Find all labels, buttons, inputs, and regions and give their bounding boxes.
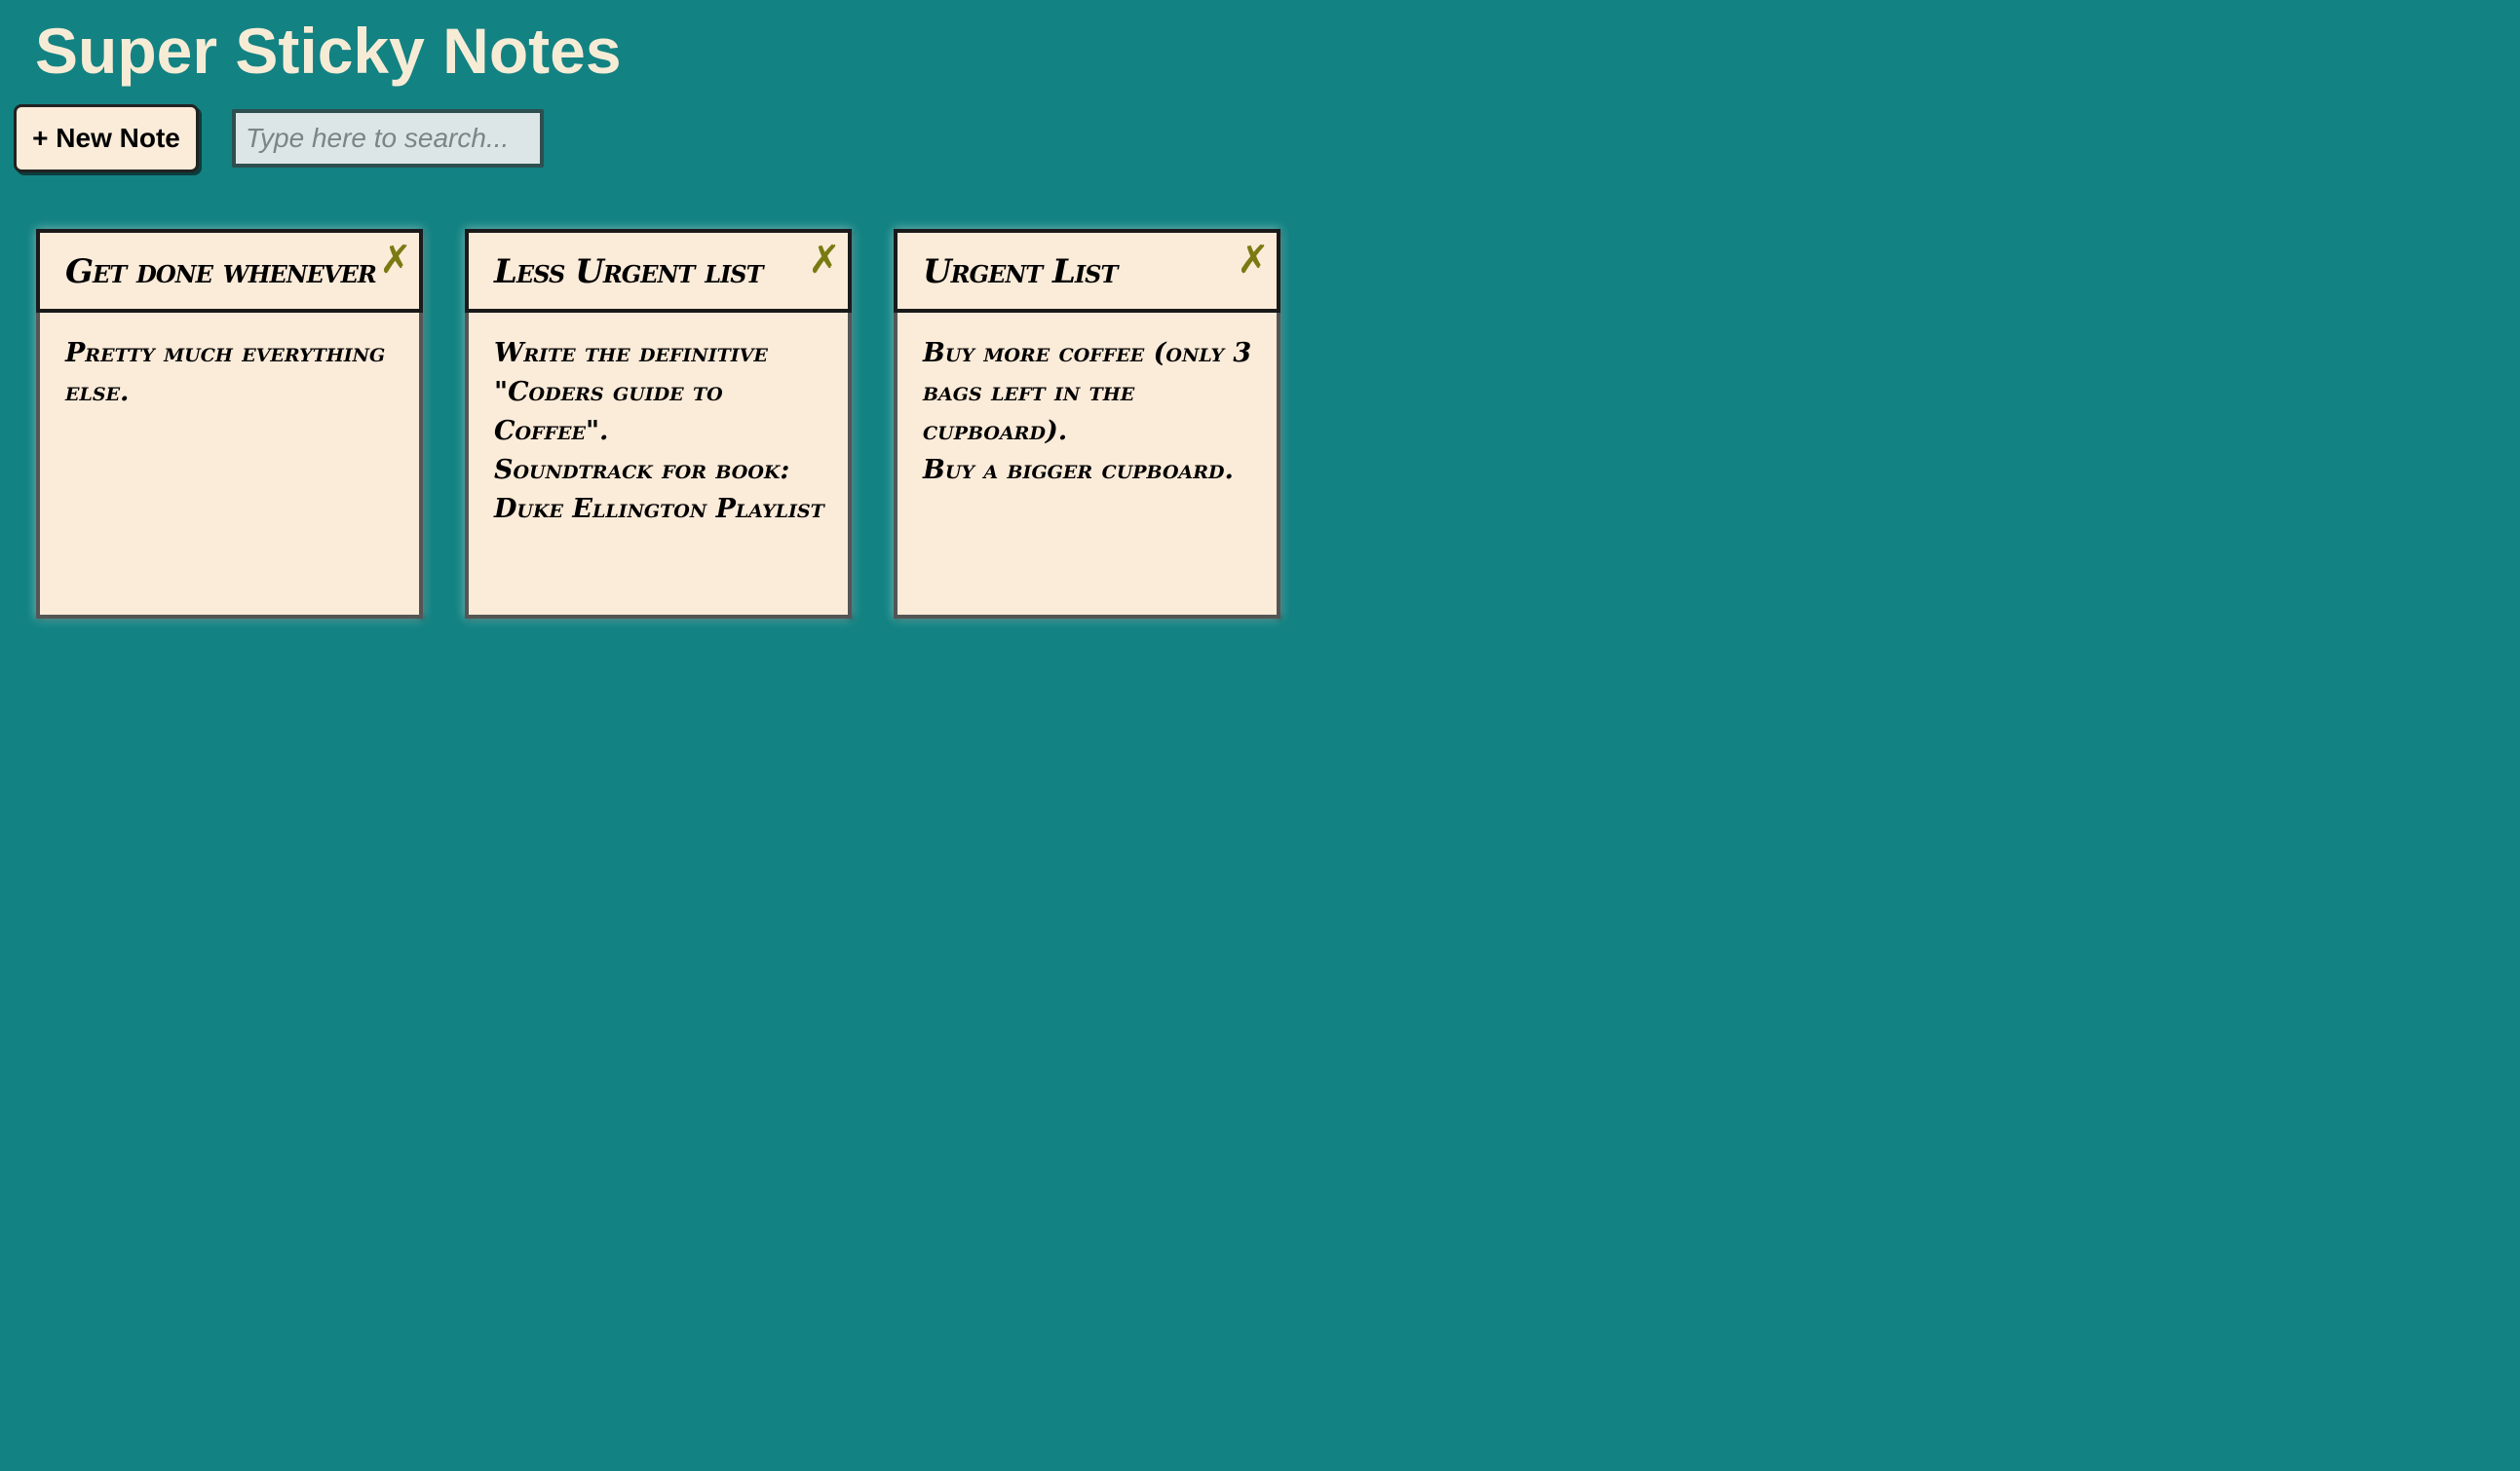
note-body[interactable]: Pretty much everything else. [65, 334, 401, 412]
sticky-note[interactable]: Less Urgent list ✗ Write the definitive … [465, 229, 852, 619]
note-body[interactable]: Buy more coffee (only 3 bags left in the… [923, 334, 1259, 490]
sticky-note[interactable]: Urgent List ✗ Buy more coffee (only 3 ba… [894, 229, 1280, 619]
note-title[interactable]: Less Urgent list [494, 252, 789, 291]
note-body[interactable]: Write the definitive "Coders guide to Co… [494, 334, 830, 529]
notes-board: Get done whenever ✗ Pretty much everythi… [36, 229, 1280, 619]
note-header: Less Urgent list ✗ [465, 229, 852, 313]
note-title[interactable]: Urgent List [923, 252, 1218, 291]
close-icon[interactable]: ✗ [805, 239, 844, 282]
close-icon[interactable]: ✗ [376, 239, 415, 282]
close-icon[interactable]: ✗ [1234, 239, 1273, 282]
note-header: Get done whenever ✗ [36, 229, 423, 313]
note-title[interactable]: Get done whenever [65, 252, 377, 291]
page-title: Super Sticky Notes [35, 15, 622, 87]
sticky-note[interactable]: Get done whenever ✗ Pretty much everythi… [36, 229, 423, 619]
toolbar: + New Note [14, 104, 544, 172]
app-root: Super Sticky Notes + New Note Get done w… [0, 0, 2520, 1471]
new-note-button[interactable]: + New Note [14, 104, 199, 172]
search-input[interactable] [232, 109, 544, 168]
note-header: Urgent List ✗ [894, 229, 1280, 313]
